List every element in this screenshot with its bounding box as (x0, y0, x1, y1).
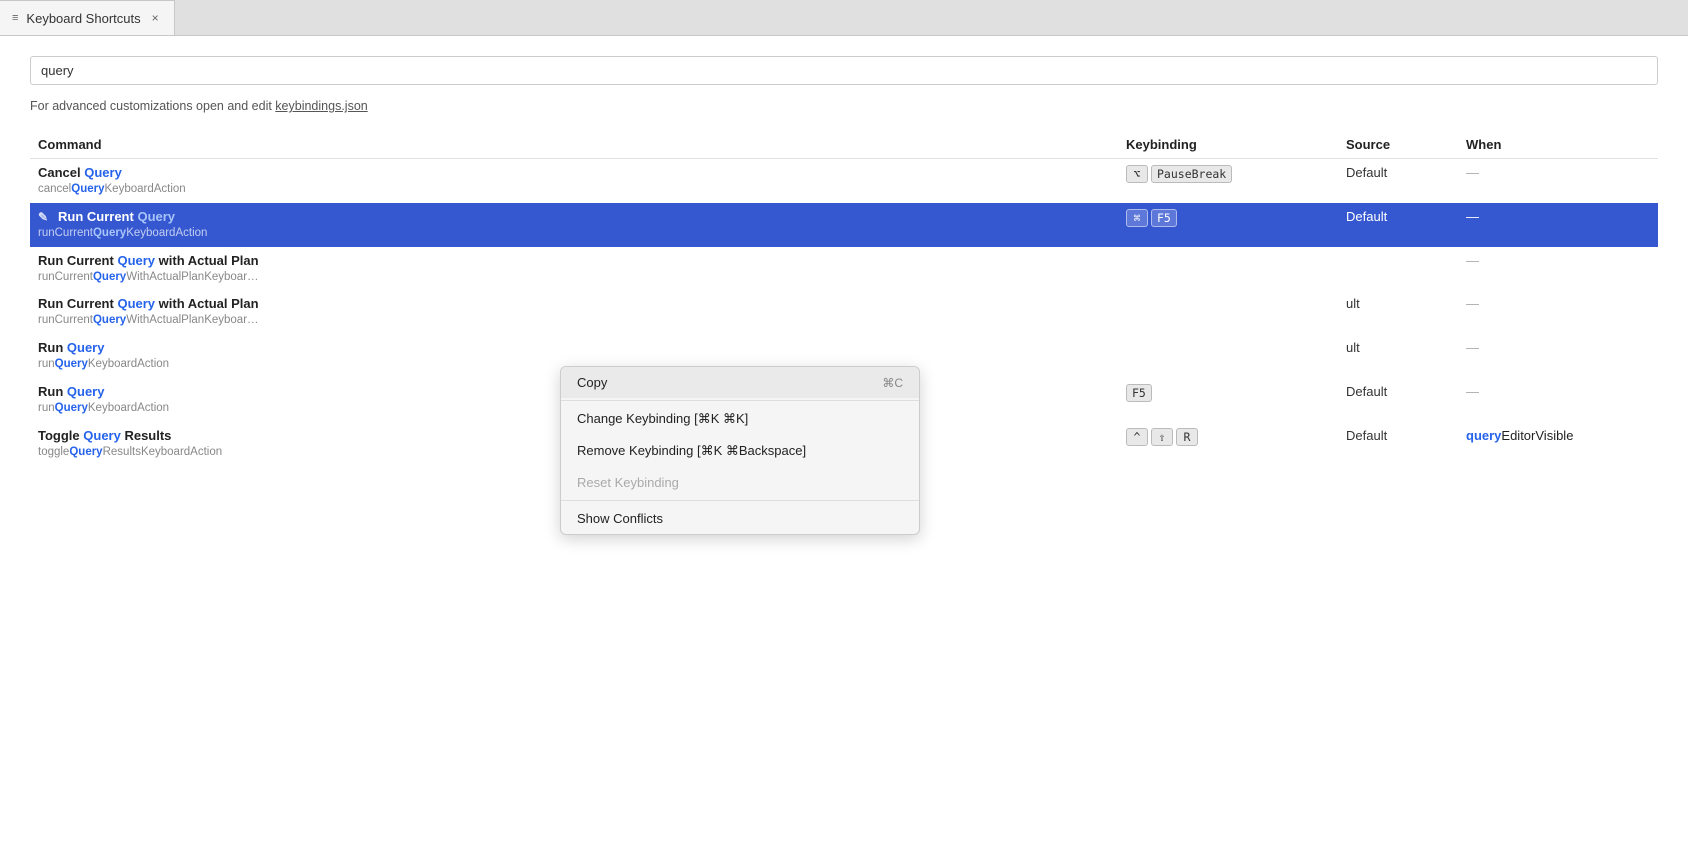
keybinding-badges: ⌥PauseBreak (1126, 165, 1330, 183)
command-cell: Run Current Query with Actual PlanrunCur… (30, 247, 1118, 291)
source-cell: Default (1338, 378, 1458, 422)
command-highlight: Query (117, 296, 155, 311)
col-header-keybinding: Keybinding (1118, 131, 1338, 159)
when-cell: — (1458, 378, 1658, 422)
command-highlight: Query (137, 209, 175, 224)
main-content: For advanced customizations open and edi… (0, 36, 1688, 858)
source-cell: Default (1338, 203, 1458, 247)
source-cell: Default (1338, 159, 1458, 203)
source-cell: ult (1338, 334, 1458, 378)
kbd-badge: F5 (1126, 384, 1152, 402)
command-id: cancelQueryKeyboardAction (38, 182, 1110, 197)
keybinding-cell (1118, 334, 1338, 378)
source-cell: Default (1338, 422, 1458, 466)
when-dash: — (1466, 209, 1479, 224)
command-highlight: Query (84, 165, 122, 180)
command-id-highlight: Query (93, 314, 126, 326)
command-name: Run Current Query with Actual Plan (38, 253, 1110, 270)
keybindings-json-link[interactable]: keybindings.json (275, 99, 367, 113)
command-id-highlight: Query (71, 183, 104, 195)
command-highlight: Query (117, 253, 155, 268)
when-dash: — (1466, 340, 1479, 355)
command-id-highlight: Query (55, 358, 88, 370)
command-name: Run Current Query with Actual Plan (38, 296, 1110, 313)
keyboard-shortcuts-tab[interactable]: ≡ Keyboard Shortcuts × (0, 0, 175, 35)
when-dash: — (1466, 253, 1479, 268)
table-row[interactable]: ✎ Run Current QueryrunCurrentQueryKeyboa… (30, 203, 1658, 247)
command-name: Run Query (38, 340, 1110, 357)
kbd-badge: R (1176, 428, 1198, 446)
tab-close-button[interactable]: × (149, 9, 162, 27)
when-cell: — (1458, 203, 1658, 247)
command-highlight: Query (67, 384, 105, 399)
kbd-badge: PauseBreak (1151, 165, 1232, 183)
command-id-highlight: Query (93, 227, 126, 239)
command-id: runCurrentQueryWithActualPlanKeyboar… (38, 270, 1110, 285)
keybinding-badges: F5 (1126, 384, 1330, 402)
keybinding-cell: ⌥PauseBreak (1118, 159, 1338, 203)
keybinding-cell: F5 (1118, 378, 1338, 422)
kbd-badge: ⌥ (1126, 165, 1148, 183)
command-cell: ✎ Run Current QueryrunCurrentQueryKeyboa… (30, 203, 1118, 247)
context-menu-item-show-conflicts[interactable]: Show Conflicts (561, 503, 919, 534)
hint-text: For advanced customizations open and edi… (30, 99, 1658, 113)
source-cell: ult (1338, 290, 1458, 334)
command-id-highlight: Query (93, 271, 126, 283)
keybinding-cell: ⌘F5 (1118, 203, 1338, 247)
context-menu-item-label: Reset Keybinding (577, 475, 679, 490)
keybinding-badges: ^⇧R (1126, 428, 1330, 446)
tab-title: Keyboard Shortcuts (26, 11, 140, 26)
tab-bar: ≡ Keyboard Shortcuts × (0, 0, 1688, 36)
table-row[interactable]: Cancel QuerycancelQueryKeyboardAction ⌥Pa… (30, 159, 1658, 203)
when-link: query (1466, 428, 1501, 443)
context-menu-divider (561, 500, 919, 501)
context-menu-item-change-keybinding[interactable]: Change Keybinding [⌘K ⌘K] (561, 403, 919, 435)
context-menu-item-remove-keybinding[interactable]: Remove Keybinding [⌘K ⌘Backspace] (561, 435, 919, 467)
when-cell: — (1458, 159, 1658, 203)
when-cell: — (1458, 334, 1658, 378)
context-menu-item-label: Change Keybinding [⌘K ⌘K] (577, 411, 748, 427)
keybinding-badges: ⌘F5 (1126, 209, 1330, 227)
context-menu-item-reset-keybinding: Reset Keybinding (561, 467, 919, 498)
command-highlight: Query (83, 428, 121, 443)
source-cell (1338, 247, 1458, 291)
kbd-badge: ⌘ (1126, 209, 1148, 227)
context-menu-shortcut: ⌘C (882, 376, 903, 390)
table-row[interactable]: Run Current Query with Actual PlanrunCur… (30, 290, 1658, 334)
kbd-badge: ⇧ (1151, 428, 1173, 446)
command-id-highlight: Query (55, 402, 88, 414)
search-input[interactable] (30, 56, 1658, 85)
col-header-command: Command (30, 131, 1118, 159)
command-cell: Cancel QuerycancelQueryKeyboardAction (30, 159, 1118, 203)
context-menu: Copy ⌘C Change Keybinding [⌘K ⌘K] Remove Ke… (560, 366, 920, 535)
col-header-when: When (1458, 131, 1658, 159)
command-name: ✎ Run Current Query (38, 209, 1110, 226)
keybinding-cell (1118, 290, 1338, 334)
context-menu-divider (561, 400, 919, 401)
when-dash: — (1466, 165, 1479, 180)
edit-pencil-icon: ✎ (38, 210, 58, 226)
command-name: Cancel Query (38, 165, 1110, 182)
command-id-highlight: Query (69, 446, 102, 458)
keybinding-cell (1118, 247, 1338, 291)
command-highlight: Query (67, 340, 105, 355)
when-dash: — (1466, 296, 1479, 311)
table-row[interactable]: Run Current Query with Actual PlanrunCur… (30, 247, 1658, 291)
command-id: runCurrentQueryKeyboardAction (38, 226, 1110, 241)
when-cell: — (1458, 247, 1658, 291)
kbd-badge: ^ (1126, 428, 1148, 446)
keybinding-cell: ^⇧R (1118, 422, 1338, 466)
command-cell: Run Current Query with Actual PlanrunCur… (30, 290, 1118, 334)
tab-icon: ≡ (12, 12, 18, 24)
command-id: runCurrentQueryWithActualPlanKeyboar… (38, 313, 1110, 328)
context-menu-item-label: Remove Keybinding [⌘K ⌘Backspace] (577, 443, 806, 459)
when-cell: — (1458, 290, 1658, 334)
context-menu-item-copy[interactable]: Copy ⌘C (561, 367, 919, 398)
kbd-badge: F5 (1151, 209, 1177, 227)
when-dash: — (1466, 384, 1479, 399)
col-header-source: Source (1338, 131, 1458, 159)
when-cell: queryEditorVisible (1458, 422, 1658, 466)
context-menu-item-label: Copy (577, 375, 607, 390)
context-menu-item-label: Show Conflicts (577, 511, 663, 526)
